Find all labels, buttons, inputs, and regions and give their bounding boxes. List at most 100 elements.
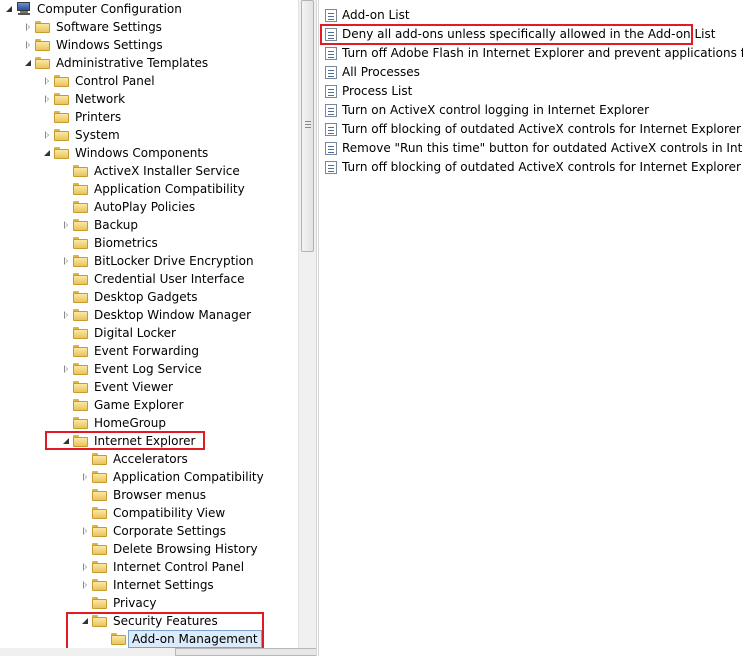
expand-arrow-icon[interactable] (81, 522, 89, 540)
folder-icon (73, 435, 88, 447)
tree-item-label: Digital Locker (94, 326, 176, 340)
folder-icon (35, 39, 50, 51)
computer-icon (16, 2, 32, 16)
expand-arrow-icon[interactable] (24, 18, 32, 36)
policy-setting-label: All Processes (342, 65, 420, 79)
tree-item-label: BitLocker Drive Encryption (94, 254, 254, 268)
tree-item-label: Desktop Gadgets (94, 290, 198, 304)
folder-icon (54, 129, 69, 141)
expand-arrow-icon[interactable] (81, 558, 89, 576)
folder-icon (92, 525, 107, 537)
folder-icon (73, 345, 88, 357)
expand-arrow-icon[interactable] (24, 36, 32, 54)
policy-setting-icon (325, 161, 337, 174)
policy-setting-icon (325, 66, 337, 79)
policy-setting-icon (325, 142, 337, 155)
folder-icon (54, 111, 69, 123)
collapse-arrow-icon[interactable] (24, 54, 32, 72)
expand-arrow-icon[interactable] (62, 216, 70, 234)
expand-arrow-icon[interactable] (62, 252, 70, 270)
folder-icon (73, 219, 88, 231)
folder-icon (73, 381, 88, 393)
folder-icon (54, 147, 69, 159)
policy-setting-icon (325, 85, 337, 98)
tree-item-label: Network (75, 92, 126, 106)
folder-icon (73, 165, 88, 177)
collapse-arrow-icon[interactable] (81, 612, 89, 630)
tree-item-label: Privacy (113, 596, 157, 610)
folder-icon (92, 507, 107, 519)
tree-item-label: Desktop Window Manager (94, 308, 252, 322)
folder-icon (92, 597, 107, 609)
folder-icon (73, 255, 88, 267)
tree-item-label: Administrative Templates (56, 56, 209, 70)
tree-scrollbar-thumb[interactable] (301, 0, 314, 252)
folder-icon (92, 561, 107, 573)
tree-item-label: Printers (75, 110, 122, 124)
policy-setting-label: Turn off blocking of outdated ActiveX co… (342, 122, 741, 136)
folder-icon (73, 309, 88, 321)
folder-icon (54, 75, 69, 87)
tree-vertical-scrollbar[interactable] (298, 0, 316, 656)
folder-icon (111, 633, 126, 645)
folder-icon (73, 201, 88, 213)
folder-icon (73, 291, 88, 303)
folder-icon (92, 579, 107, 591)
policy-setting-label: Turn off blocking of outdated ActiveX co… (342, 160, 743, 174)
tree-horizontal-scrollbar[interactable] (0, 648, 455, 656)
tree-item-label: Application Compatibility (94, 182, 245, 196)
folder-icon (92, 471, 107, 483)
expand-arrow-icon[interactable] (81, 576, 89, 594)
expand-arrow-icon[interactable] (62, 306, 70, 324)
policy-setting-icon (325, 104, 337, 117)
tree-item-label: System (75, 128, 120, 142)
tree-item-label: Internet Control Panel (113, 560, 245, 574)
policy-setting-icon (325, 47, 337, 60)
folder-icon (92, 543, 107, 555)
policy-tree-pane[interactable]: Computer Configuration Software Settings… (0, 0, 298, 656)
policy-setting-label: Deny all add-ons unless specifically all… (342, 27, 716, 41)
tree-item-label: Delete Browsing History (113, 542, 258, 556)
tree-item-label: Software Settings (56, 20, 162, 34)
settings-list-pane[interactable]: Add-on List Deny all add-ons unless speci… (319, 0, 743, 656)
policy-setting-label: Add-on List (342, 8, 410, 22)
tree-item-label: Windows Settings (56, 38, 163, 52)
policy-setting-label: Process List (342, 84, 413, 98)
tree-item-label: Add-on Management (128, 630, 262, 648)
tree-item-label: Control Panel (75, 74, 155, 88)
folder-icon (54, 93, 69, 105)
tree-item-label: Internet Explorer (94, 434, 196, 448)
folder-icon (73, 417, 88, 429)
tree-item-label: Browser menus (113, 488, 206, 502)
tree-item-label: Security Features (113, 614, 218, 628)
folder-icon (92, 453, 107, 465)
expand-arrow-icon[interactable] (43, 90, 51, 108)
collapse-arrow-icon[interactable] (5, 0, 13, 18)
folder-icon (73, 183, 88, 195)
policy-setting-label: Turn on ActiveX control logging in Inter… (342, 103, 650, 117)
expand-arrow-icon[interactable] (43, 72, 51, 90)
expand-arrow-icon[interactable] (81, 468, 89, 486)
tree-item-label: Compatibility View (113, 506, 226, 520)
tree-item-label: Event Log Service (94, 362, 202, 376)
tree-item-label: Internet Settings (113, 578, 214, 592)
collapse-arrow-icon[interactable] (62, 432, 70, 450)
expand-arrow-icon[interactable] (43, 126, 51, 144)
tree-item-label: HomeGroup (94, 416, 166, 430)
tree-item-label: ActiveX Installer Service (94, 164, 240, 178)
policy-setting-icon (325, 28, 337, 41)
tree-item-label: Corporate Settings (113, 524, 227, 538)
folder-icon (73, 363, 88, 375)
policy-setting-icon (325, 9, 337, 22)
tree-root-label: Computer Configuration (37, 2, 182, 16)
tree-item-label: Biometrics (94, 236, 158, 250)
tree-item-label: Game Explorer (94, 398, 184, 412)
tree-item-label: AutoPlay Policies (94, 200, 196, 214)
folder-icon (73, 273, 88, 285)
collapse-arrow-icon[interactable] (43, 144, 51, 162)
policy-setting-label: Turn off Adobe Flash in Internet Explore… (342, 46, 743, 60)
tree-item-label: Event Forwarding (94, 344, 200, 358)
tree-item-label: Accelerators (113, 452, 188, 466)
folder-icon (73, 327, 88, 339)
expand-arrow-icon[interactable] (62, 360, 70, 378)
